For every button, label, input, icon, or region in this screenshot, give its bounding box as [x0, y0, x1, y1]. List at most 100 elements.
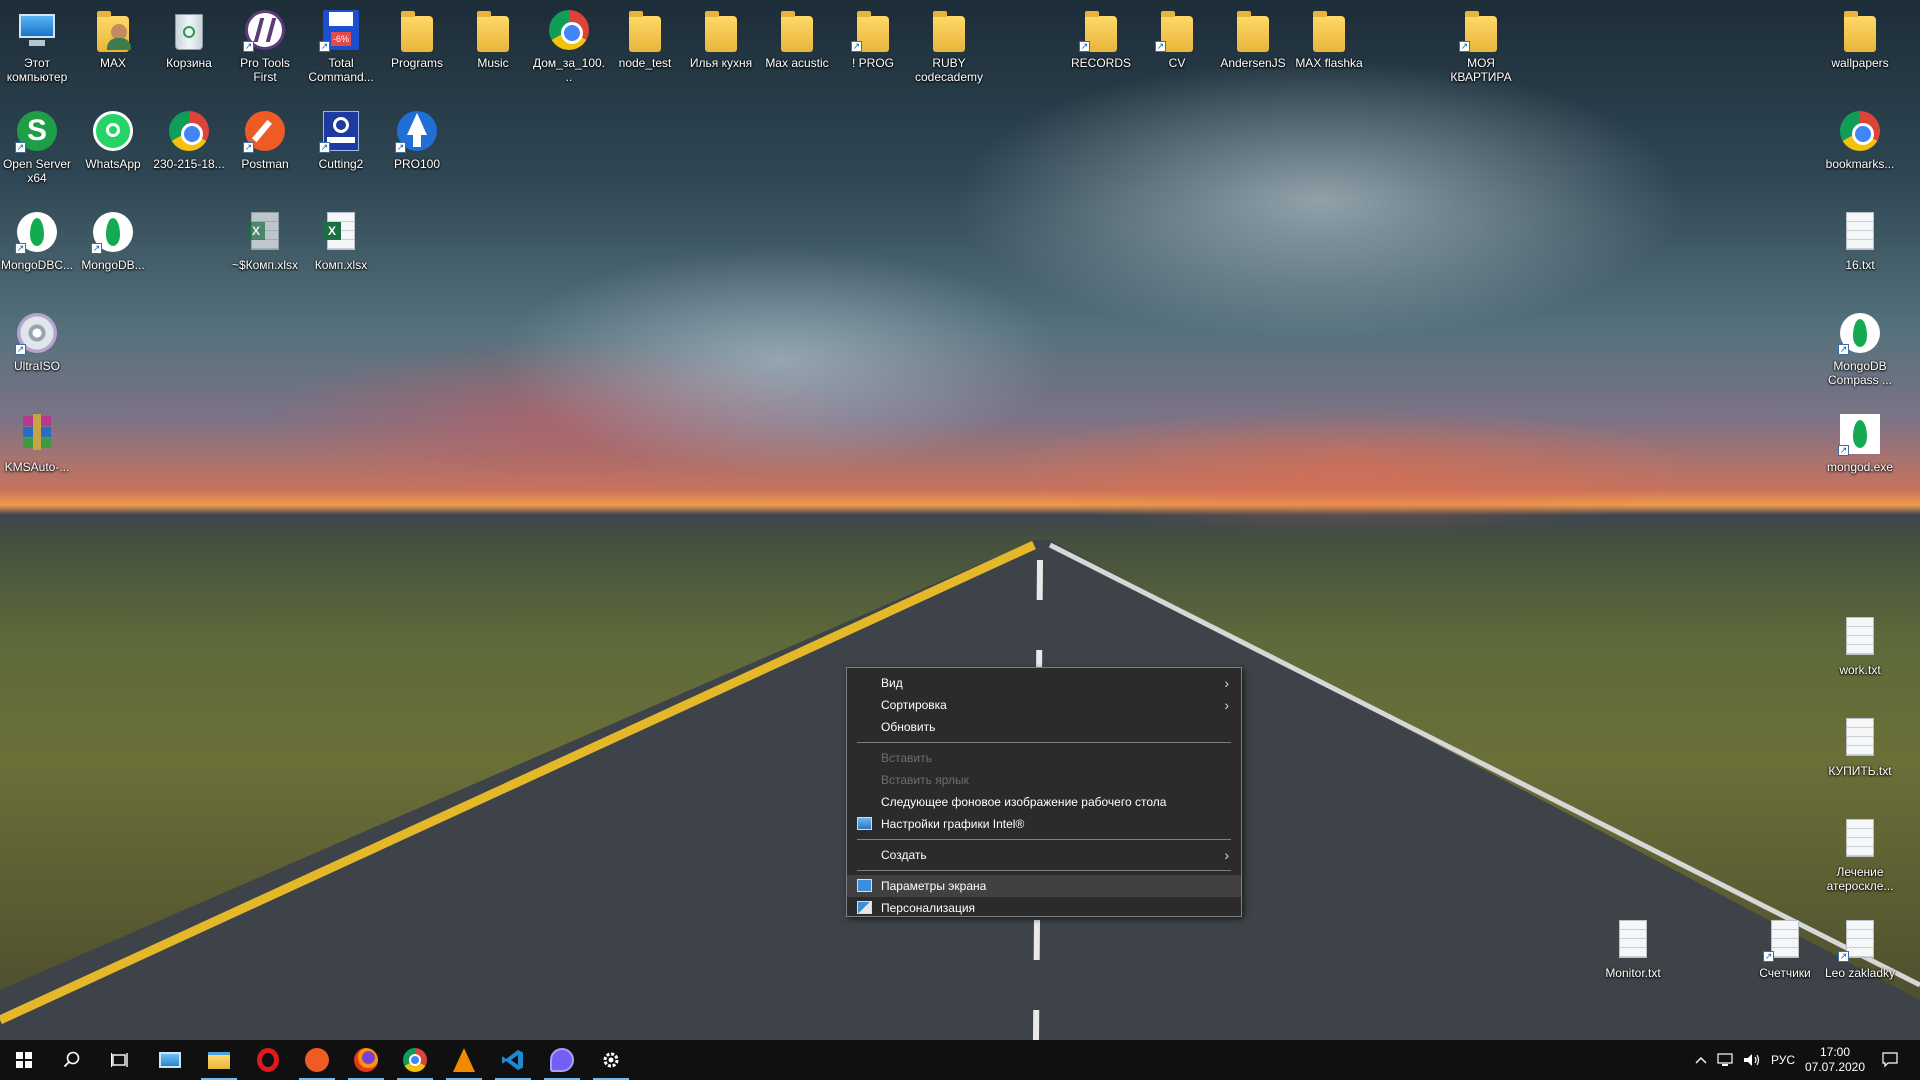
- menu-item-view[interactable]: Вид ›: [847, 672, 1241, 694]
- desktop-icon-mongodbc[interactable]: ↗ MongoDBC...: [0, 208, 74, 272]
- desktop-icon-programs[interactable]: Programs: [380, 6, 454, 70]
- desktop-icon-max-acustic[interactable]: Max acustic: [760, 6, 834, 70]
- folder-icon: ↗: [1153, 6, 1201, 54]
- app-settings[interactable]: [587, 1040, 635, 1080]
- personalization-icon: [857, 901, 872, 914]
- folder-icon: [925, 6, 973, 54]
- desktop-icon-16-txt[interactable]: 16.txt: [1823, 208, 1897, 272]
- app-file-explorer[interactable]: [195, 1040, 243, 1080]
- app-firefox[interactable]: [342, 1040, 390, 1080]
- desktop-icon-music[interactable]: Music: [456, 6, 530, 70]
- start-button[interactable]: [0, 1040, 48, 1080]
- tray-clock[interactable]: 17:00 07.07.2020: [1800, 1040, 1870, 1080]
- desktop-icon-pro-tools[interactable]: ↗ Pro Tools First: [228, 6, 302, 84]
- desktop-icon-ruby-codecademy[interactable]: RUBY codecademy: [912, 6, 986, 84]
- chrome-icon: [403, 1048, 427, 1072]
- folder-icon: [208, 1051, 230, 1069]
- text-file-icon: ↗: [1761, 916, 1809, 964]
- desktop-icon-mongod-exe[interactable]: ↗ mongod.exe: [1823, 410, 1897, 474]
- desktop-icon-node-test[interactable]: node_test: [608, 6, 682, 70]
- desktop-icon-kupit-txt[interactable]: КУПИТЬ.txt: [1823, 714, 1897, 778]
- desktop-icon-cv[interactable]: ↗ CV: [1140, 6, 1214, 70]
- desktop-icon-label: Комп.xlsx: [314, 258, 368, 272]
- desktop-icon-230-215-18[interactable]: 230-215-18...: [152, 107, 226, 171]
- tray-overflow-button[interactable]: [1690, 1040, 1712, 1080]
- desktop-icon-label: Лечение атероскле...: [1826, 865, 1894, 893]
- desktop-icon-prog[interactable]: ↗ ! PROG: [836, 6, 910, 70]
- desktop-icon-kmsauto[interactable]: KMSAuto-...: [0, 410, 74, 474]
- menu-item-intel-graphics[interactable]: Настройки графики Intel®: [847, 813, 1241, 835]
- desktop-icon-lechenie[interactable]: Лечение атероскле...: [1823, 815, 1897, 893]
- desktop-icon-max-flashka[interactable]: MAX flashka: [1292, 6, 1366, 70]
- desktop-icon-andersenjs[interactable]: AndersenJS: [1216, 6, 1290, 70]
- desktop-icon-recycle-bin[interactable]: Корзина: [152, 6, 226, 70]
- desktop-icon-leo-zakladky[interactable]: ↗ Leo zakladky: [1823, 916, 1897, 980]
- desktop-icon-dom-za-100[interactable]: Дом_за_100...: [532, 6, 606, 84]
- desktop-icon-open-server[interactable]: S ↗ Open Server x64: [0, 107, 74, 185]
- app-opera[interactable]: [244, 1040, 292, 1080]
- desktop-icon-this-pc[interactable]: Этот компьютер: [0, 6, 74, 84]
- desktop-icon-mongodb[interactable]: ↗ MongoDB...: [76, 208, 150, 272]
- app-chrome[interactable]: [391, 1040, 439, 1080]
- desktop-icon-label: MAX flashka: [1295, 56, 1363, 70]
- desktop-icon-ultraiso[interactable]: ↗ UltraISO: [0, 309, 74, 373]
- vscode-icon: [502, 1050, 523, 1070]
- desktop-icon-cutting2[interactable]: ↗ Cutting2: [304, 107, 378, 171]
- gear-icon: [603, 1052, 619, 1068]
- desktop-icon-moya-kvartira[interactable]: ↗ МОЯ КВАРТИРА: [1444, 6, 1518, 84]
- remote-desktop-icon: [159, 1052, 181, 1068]
- desktop-icon-label: ~$Комп.xlsx: [231, 258, 299, 272]
- app-vlc[interactable]: [440, 1040, 488, 1080]
- desktop-icon-mongodb-compass[interactable]: ↗ MongoDB Compass ...: [1823, 309, 1897, 387]
- folder-icon: [1229, 6, 1277, 54]
- desktop-icon-komp-temp-xlsx[interactable]: X ~$Комп.xlsx: [228, 208, 302, 272]
- desktop-icon-label: work.txt: [1839, 663, 1881, 677]
- desktop-icon-records[interactable]: ↗ RECORDS: [1064, 6, 1138, 70]
- folder-icon: [1305, 6, 1353, 54]
- desktop-icon-label: Leo zakladky: [1824, 966, 1896, 980]
- whatsapp-icon: [89, 107, 137, 155]
- tray-language-button[interactable]: РУС: [1766, 1040, 1800, 1080]
- text-file-icon: [1609, 916, 1657, 964]
- menu-item-display-settings[interactable]: Параметры экрана: [847, 875, 1241, 897]
- menu-item-refresh[interactable]: Обновить: [847, 716, 1241, 738]
- desktop-icon-postman[interactable]: ↗ Postman: [228, 107, 302, 171]
- desktop-icon-label: mongod.exe: [1826, 460, 1894, 474]
- desktop-icon-schetchiki[interactable]: ↗ Счетчики: [1748, 916, 1822, 980]
- recycle-bin-icon: [165, 6, 213, 54]
- menu-item-new[interactable]: Создать ›: [847, 844, 1241, 866]
- menu-item-personalization[interactable]: Персонализация: [847, 897, 1241, 919]
- desktop-icon-wallpapers[interactable]: wallpapers: [1823, 6, 1897, 70]
- desktop-icon-whatsapp[interactable]: WhatsApp: [76, 107, 150, 171]
- menu-item-sort[interactable]: Сортировка ›: [847, 694, 1241, 716]
- cutting-icon: ↗: [317, 107, 365, 155]
- desktop-icon-label: Дом_за_100...: [532, 56, 606, 84]
- menu-item-label: Сортировка: [881, 698, 947, 712]
- app-remote-desktop[interactable]: [146, 1040, 194, 1080]
- desktop-icon-label: node_test: [618, 56, 672, 70]
- desktop-icon-ilya-kukhnya[interactable]: Илья кухня: [684, 6, 758, 70]
- desktop-icon-komp-xlsx[interactable]: X Комп.xlsx: [304, 208, 378, 272]
- app-vscode[interactable]: [489, 1040, 537, 1080]
- menu-item-label: Следующее фоновое изображение рабочего с…: [881, 795, 1167, 809]
- desktop-icon-total-commander[interactable]: -6% ↗ Total Command...: [304, 6, 378, 84]
- desktop-icon-bookmarks[interactable]: bookmarks...: [1823, 107, 1897, 171]
- desktop-icon-pro100[interactable]: ↗ PRO100: [380, 107, 454, 171]
- menu-item-next-wallpaper[interactable]: Следующее фоновое изображение рабочего с…: [847, 791, 1241, 813]
- action-center-button[interactable]: [1870, 1040, 1910, 1080]
- desktop-icon-max[interactable]: MAX: [76, 6, 150, 70]
- tray-volume-button[interactable]: [1740, 1040, 1764, 1080]
- text-file-icon: ↗: [1836, 916, 1884, 964]
- app-postman[interactable]: [293, 1040, 341, 1080]
- desktop-icon-work-txt[interactable]: work.txt: [1823, 613, 1897, 677]
- folder-icon: [1836, 6, 1884, 54]
- search-button[interactable]: [48, 1040, 96, 1080]
- tray-network-button[interactable]: [1714, 1040, 1738, 1080]
- firefox-icon: [354, 1048, 378, 1072]
- folder-icon: ↗: [1077, 6, 1125, 54]
- desktop-icon-label: PRO100: [393, 157, 441, 171]
- task-view-button[interactable]: [96, 1040, 144, 1080]
- desktop-icon-monitor-txt[interactable]: Monitor.txt: [1596, 916, 1670, 980]
- app-viber[interactable]: [538, 1040, 586, 1080]
- desktop-icon-label: КУПИТЬ.txt: [1828, 764, 1892, 778]
